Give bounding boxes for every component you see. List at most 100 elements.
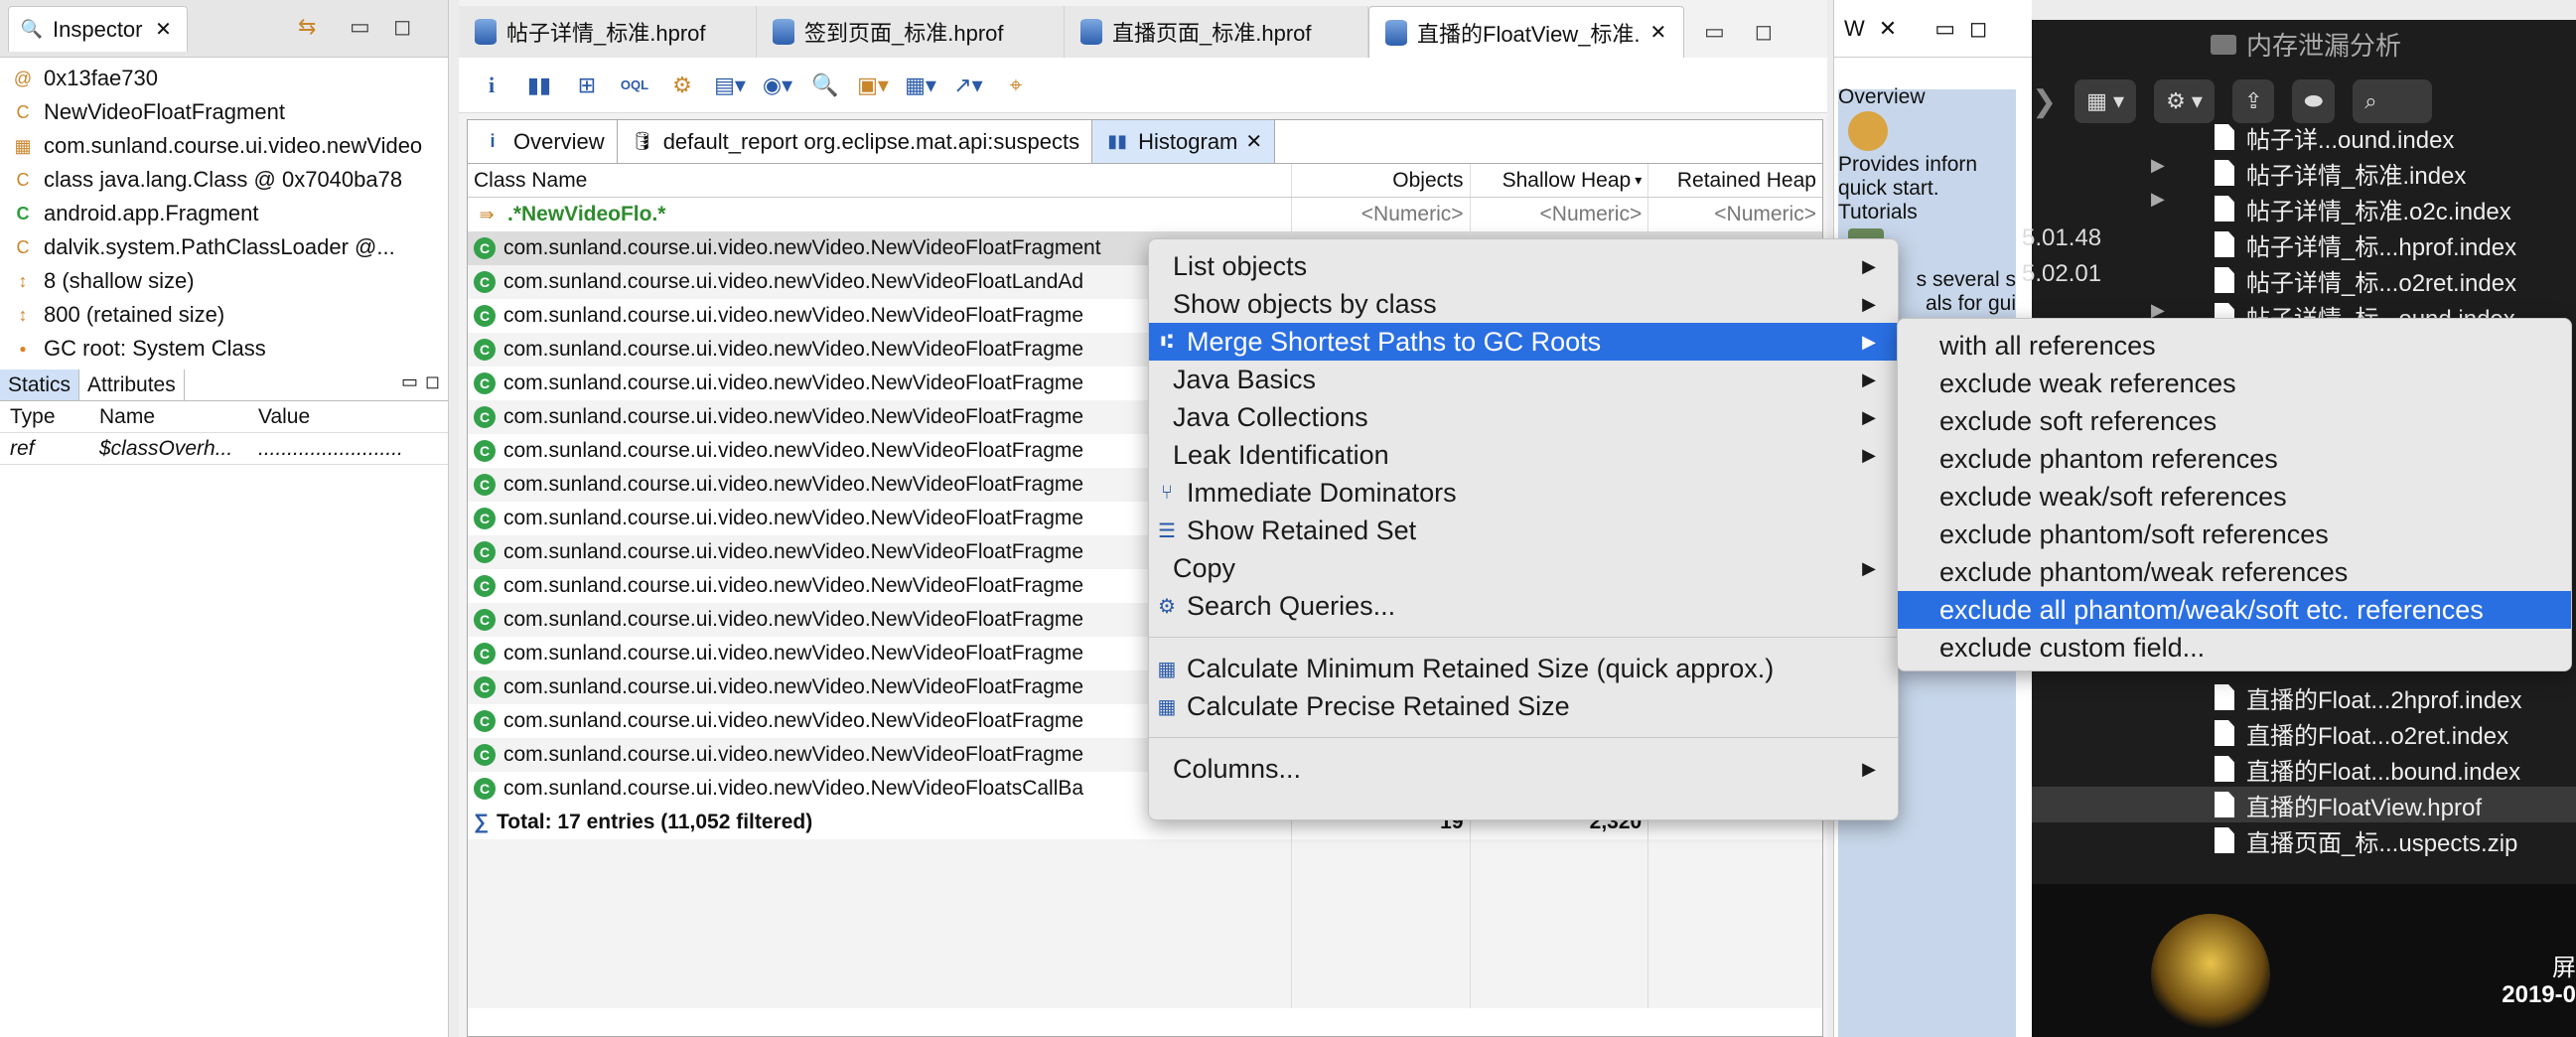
submenu-item[interactable]: exclude soft references (1898, 402, 2571, 440)
search-icon[interactable]: 🔍 (804, 65, 846, 106)
submenu-item[interactable]: exclude phantom/soft references (1898, 516, 2571, 553)
gear-icon[interactable]: ⚙ ▾ (2154, 79, 2215, 123)
col-shallow-heap[interactable]: Shallow Heap ▾ (1469, 164, 1648, 197)
minimize-icon[interactable]: ▭ (1934, 16, 1955, 42)
inspector-row[interactable]: Candroid.app.Fragment (0, 197, 448, 230)
maximize-icon[interactable]: ◻ (1755, 19, 1773, 45)
shallow-filter[interactable]: <Numeric> (1469, 198, 1648, 231)
view-options-button[interactable]: ▦ ▾ (2075, 79, 2137, 123)
col-retained-heap[interactable]: Retained Heap (1647, 164, 1822, 197)
close-icon[interactable]: ✕ (1245, 129, 1262, 154)
dominator-tree-icon[interactable]: ⊞ (566, 65, 608, 106)
menu-item[interactable]: Java Collections ▶ (1149, 398, 1898, 436)
editor-tab-active[interactable]: 直播的FloatView_标准. ✕ (1368, 6, 1684, 58)
menu-item[interactable]: Copy ▶ (1149, 549, 1898, 587)
gear-icon[interactable]: ⚙ (661, 65, 703, 106)
submenu-item[interactable]: exclude weak references (1898, 365, 2571, 402)
editor-tab[interactable]: 签到页面_标准.hprof (757, 6, 1065, 58)
file-item[interactable]: 直播的Float...bound.index (2032, 751, 2576, 787)
file-item[interactable]: 直播的FloatView.hprof (2032, 787, 2576, 822)
menu-item[interactable]: ▦ Calculate Minimum Retained Size (quick … (1149, 650, 1898, 687)
col-class-name[interactable]: Class Name (468, 169, 1291, 193)
submenu-item[interactable]: exclude all phantom/weak/soft etc. refer… (1898, 591, 2571, 629)
forward-icon[interactable]: ❯ (2032, 84, 2057, 119)
welcome-tab[interactable]: W (1844, 16, 1865, 42)
menu-item[interactable]: ☰ Show Retained Set (1149, 512, 1898, 549)
file-item[interactable]: 直播的Float...o2ret.index (2032, 715, 2576, 751)
menu-item[interactable]: Java Basics ▶ (1149, 361, 1898, 398)
inspector-row[interactable]: ● GC root: System Class (0, 332, 448, 366)
menu-item[interactable]: Show objects by class ▶ (1149, 285, 1898, 323)
inspector-row[interactable]: ↕ 8 (shallow size) (0, 264, 448, 298)
close-icon[interactable]: ✕ (151, 17, 177, 43)
tab-default-report[interactable]: 🛢 default_report org.eclipse.mat.api:susp… (618, 120, 1093, 163)
inspector-row[interactable]: @0x13fae730 (0, 62, 448, 95)
submenu-item[interactable]: exclude weak/soft references (1898, 478, 2571, 516)
export-icon[interactable]: ↗▾ (947, 65, 989, 106)
file-item[interactable]: 帖子详情_标...hprof.index (2032, 226, 2576, 262)
file-item[interactable]: 直播页面_标...uspects.zip (2032, 822, 2576, 858)
tab-attributes[interactable]: Attributes (79, 370, 185, 400)
link-with-editor-icon[interactable]: ⇆ (298, 14, 316, 40)
menu-item[interactable]: List objects ▶ (1149, 247, 1898, 285)
file-item[interactable]: 帖子详情_标准.o2c.index (2032, 191, 2576, 226)
info-icon[interactable]: i (471, 65, 512, 106)
menu-item[interactable]: ▦ Calculate Precise Retained Size (1149, 687, 1898, 725)
group-icon[interactable]: ▣▾ (852, 65, 894, 106)
statics-row[interactable]: ref $classOverh... .....................… (0, 433, 448, 465)
menu-item[interactable]: ⑆ Merge Shortest Paths to GC Roots ▶ (1149, 323, 1898, 361)
search-icon[interactable]: ⌕ (2353, 79, 2433, 123)
welcome-overview[interactable]: Overview (1838, 85, 2016, 109)
inspector-row[interactable]: C NewVideoFloatFragment (0, 95, 448, 129)
class-icon: C (474, 271, 496, 293)
menu-item[interactable]: ⑂ Immediate Dominators (1149, 474, 1898, 512)
minimize-icon[interactable]: ▭ (401, 371, 418, 392)
inspector-row[interactable]: ▦ com.sunland.course.ui.video.newVideo (0, 129, 448, 163)
query-icon[interactable]: ◉▾ (757, 65, 798, 106)
tab-histogram[interactable]: ▮▮ Histogram ✕ (1092, 120, 1276, 163)
file-item[interactable]: 直播的Float...2hprof.index (2032, 679, 2576, 715)
filter-row[interactable]: ⇛ .*NewVideoFlo.* <Numeric> <Numeric> <Nu… (468, 198, 1822, 231)
file-item[interactable]: 帖子详...ound.index (2032, 119, 2576, 155)
class-icon: C (474, 643, 496, 665)
retained-filter[interactable]: <Numeric> (1647, 198, 1822, 231)
close-icon[interactable]: ✕ (1650, 20, 1667, 45)
menu-item[interactable]: ⚙ Search Queries... (1149, 587, 1898, 625)
menu-item[interactable]: Leak Identification ▶ (1149, 436, 1898, 474)
submenu-item[interactable]: exclude phantom references (1898, 440, 2571, 478)
minimize-icon[interactable]: ▭ (1704, 19, 1725, 45)
tab-statics[interactable]: Statics (0, 370, 80, 400)
pin-icon[interactable]: ⌖ (995, 65, 1037, 106)
objects-filter[interactable]: <Numeric> (1290, 198, 1470, 231)
maximize-icon[interactable]: ◻ (1969, 16, 1987, 42)
tab-overview[interactable]: i Overview (468, 120, 618, 163)
histogram-icon[interactable]: ▮▮ (518, 65, 560, 106)
class-filter[interactable]: .*NewVideoFlo.* (507, 203, 665, 226)
editor-tab[interactable]: 帖子详情_标准.hprof (459, 6, 757, 58)
submenu-item[interactable]: with all references (1898, 327, 2571, 365)
class-name: com.sunland.course.ui.video.newVideo.New… (503, 608, 1084, 631)
maximize-icon[interactable]: ◻ (393, 14, 411, 40)
close-icon[interactable]: ✕ (1879, 16, 1897, 42)
maximize-icon[interactable]: ◻ (425, 371, 440, 392)
menu-item[interactable]: Columns... ▶ (1149, 750, 1898, 788)
inspector-row[interactable]: Cclass java.lang.Class @ 0x7040ba78 (0, 163, 448, 197)
inspector-row[interactable]: ↕ 800 (retained size) (0, 298, 448, 332)
report-icon[interactable]: ▤▾ (709, 65, 751, 106)
menu-item-label: Show Retained Set (1187, 515, 1417, 545)
welcome-tutorials[interactable]: Tutorials (1838, 201, 2016, 224)
calculator-icon[interactable]: ▦▾ (900, 65, 941, 106)
share-icon[interactable]: ⇪ (2231, 79, 2275, 123)
col-objects[interactable]: Objects (1290, 164, 1470, 197)
file-item[interactable]: 帖子详情_标准.index (2032, 155, 2576, 191)
tag-icon[interactable]: ⬬ (2292, 79, 2336, 123)
inspector-tab[interactable]: 🔍 Inspector ✕ (8, 6, 188, 52)
submenu-item[interactable]: exclude phantom/weak references (1898, 553, 2571, 591)
file-item[interactable]: 帖子详情_标...o2ret.index (2032, 262, 2576, 298)
submenu-item[interactable]: exclude custom field... (1898, 629, 2571, 667)
inspector-row[interactable]: Cdalvik.system.PathClassLoader @... (0, 230, 448, 264)
editor-tab[interactable]: 直播页面_标准.hprof (1065, 6, 1368, 58)
class-name: com.sunland.course.ui.video.newVideo.New… (503, 709, 1084, 732)
minimize-icon[interactable]: ▭ (350, 14, 370, 40)
oql-icon[interactable]: OQL (614, 65, 655, 106)
